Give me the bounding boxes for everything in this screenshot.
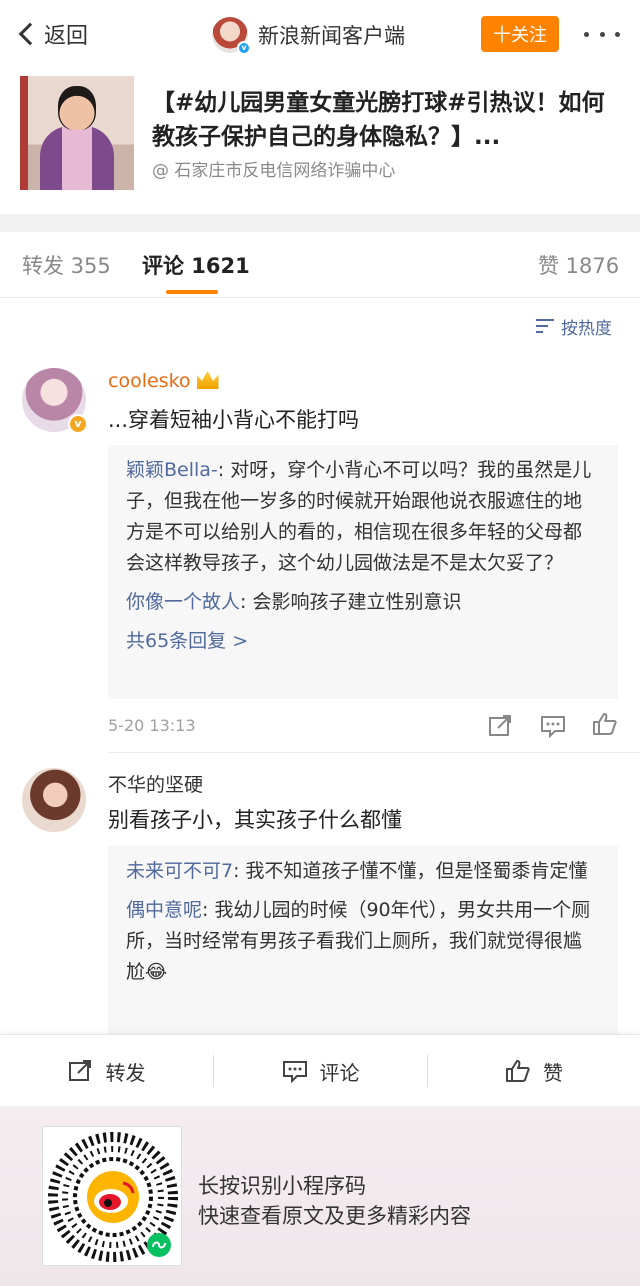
verified-badge-icon: v <box>68 414 88 434</box>
mini-program-icon <box>147 1233 171 1257</box>
mini-program-code[interactable] <box>42 1126 182 1266</box>
comment-timestamp: 5-20 13:13 <box>108 716 196 735</box>
more-icon[interactable] <box>584 24 620 44</box>
account-avatar: v <box>212 17 251 55</box>
follow-button[interactable]: 十关注 <box>481 16 559 52</box>
comment-text: ...穿着短袖小背心不能打吗 <box>108 408 360 432</box>
sort-icon <box>536 318 556 334</box>
sort-by-hot-button[interactable]: 按热度 <box>536 314 612 339</box>
reply-box[interactable]: 未来可不可7: 我不知道孩子懂不懂，但是怪蜀黍肯定懂 偶中意呢: 我幼儿园的时候… <box>108 846 618 1034</box>
comment-icon <box>282 1061 307 1083</box>
back-chevron-icon <box>18 22 42 46</box>
mini-program-hint: 长按识别小程序码 <box>198 1174 366 1198</box>
comment-button[interactable]: 评论 <box>214 1035 427 1107</box>
comment-author-name: coolesko <box>108 370 191 392</box>
active-tab-indicator <box>166 290 218 294</box>
back-label: 返回 <box>44 24 89 49</box>
comment-icon[interactable] <box>540 714 566 738</box>
comment-label: 评论 <box>319 1060 360 1085</box>
like-button[interactable]: 赞 <box>428 1035 640 1107</box>
like-icon <box>506 1060 530 1082</box>
reply-item: 偶中意呢: 我幼儿园的时候（90年代），男女共用一个厕所，当时经常有男孩子看我们… <box>126 895 600 988</box>
account-name: 新浪新闻客户端 <box>258 24 405 48</box>
weibo-logo-icon <box>87 1171 139 1223</box>
tab-comment[interactable]: 评论 1621 <box>142 250 250 280</box>
reply-box[interactable]: 颖颖Bella-: 对呀，穿个小背心不可以吗？我的虽然是儿子，但我在他一岁多的时… <box>108 445 618 699</box>
post-title: 【#幼儿园男童女童光膀打球#引热议！如何教孩子保护自己的身体隐私？】... <box>152 90 605 150</box>
reply-item: 颖颖Bella-: 对呀，穿个小背心不可以吗？我的虽然是儿子，但我在他一岁多的时… <box>126 455 600 579</box>
sort-label: 按热度 <box>561 318 612 339</box>
reply-item: 未来可不可7: 我不知道孩子懂不懂，但是怪蜀黍肯定懂 <box>126 856 600 887</box>
verified-badge-icon: v <box>237 41 251 55</box>
back-button[interactable]: 返回 <box>16 16 88 52</box>
interaction-tabs: 转发 355 评论 1621 赞 1876 <box>0 232 640 298</box>
repost-label: 转发 <box>105 1060 146 1085</box>
comment-author[interactable]: 不华的坚硬 <box>108 770 203 797</box>
top-nav-bar: 返回 v 新浪新闻客户端 十关注 <box>0 0 640 68</box>
reply-text: : 我不知道孩子懂不懂，但是怪蜀黍肯定懂 <box>233 860 588 882</box>
mini-program-footer: 长按识别小程序码 快速查看原文及更多精彩内容 <box>0 1106 640 1286</box>
section-divider <box>0 214 640 232</box>
like-icon[interactable] <box>592 712 618 736</box>
comment-divider <box>108 752 640 753</box>
share-icon[interactable] <box>488 714 514 738</box>
mini-program-qr-code <box>43 1127 181 1265</box>
avatar[interactable] <box>22 768 86 832</box>
reply-author[interactable]: 你像一个故人 <box>126 591 240 613</box>
comment-author[interactable]: coolesko <box>108 370 219 392</box>
tab-like[interactable]: 赞 1876 <box>538 250 619 280</box>
mini-program-subhint: 快速查看原文及更多精彩内容 <box>198 1204 471 1228</box>
reply-item: 你像一个故人: 会影响孩子建立性别意识 <box>126 587 600 618</box>
bottom-action-bar: 转发 评论 赞 <box>0 1034 640 1106</box>
original-post-card[interactable]: 【#幼儿园男童女童光膀打球#引热议！如何教孩子保护自己的身体隐私？】... @ … <box>0 68 640 214</box>
tab-repost[interactable]: 转发 355 <box>22 250 111 280</box>
reply-text: : 会影响孩子建立性别意识 <box>240 591 462 613</box>
reply-author[interactable]: 未来可不可7 <box>126 860 233 882</box>
reply-count-link[interactable]: 共65条回复 > <box>126 626 600 656</box>
crown-icon <box>196 371 219 389</box>
account-header[interactable]: v 新浪新闻客户端 <box>212 15 405 55</box>
like-label: 赞 <box>543 1060 563 1085</box>
comment-text: 别看孩子小，其实孩子什么都懂 <box>108 808 402 832</box>
reply-author[interactable]: 偶中意呢 <box>126 899 202 921</box>
repost-button[interactable]: 转发 <box>0 1035 213 1107</box>
reply-author[interactable]: 颖颖Bella- <box>126 459 218 481</box>
post-thumbnail <box>20 76 134 190</box>
share-icon <box>68 1060 91 1081</box>
post-source[interactable]: @ 石家庄市反电信网络诈骗中心 <box>152 156 395 181</box>
